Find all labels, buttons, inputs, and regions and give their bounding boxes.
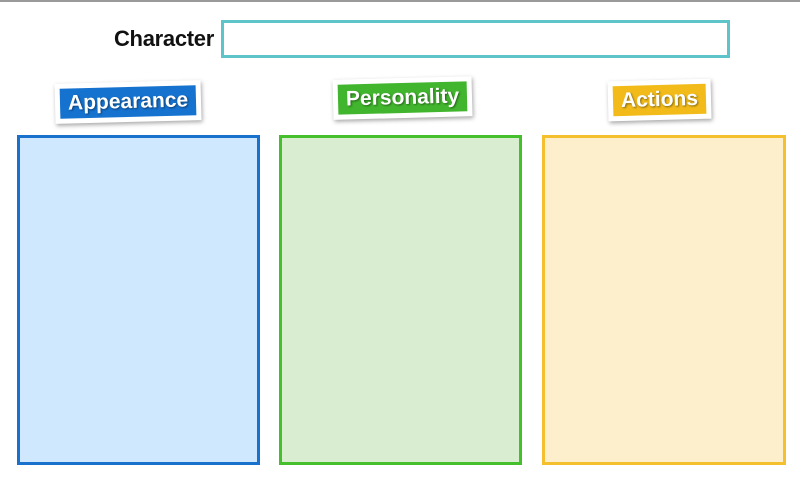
- top-divider: [0, 0, 800, 2]
- appearance-title: Appearance: [59, 85, 197, 119]
- appearance-panel[interactable]: [17, 135, 260, 465]
- personality-panel[interactable]: [279, 135, 522, 465]
- character-input[interactable]: [221, 20, 730, 58]
- personality-tag: Personality: [332, 76, 473, 120]
- actions-tag: Actions: [607, 78, 712, 122]
- personality-title: Personality: [337, 81, 468, 115]
- character-label: Character: [113, 26, 214, 51]
- actions-panel[interactable]: [542, 135, 786, 465]
- appearance-tag: Appearance: [54, 80, 202, 124]
- actions-title: Actions: [612, 83, 707, 117]
